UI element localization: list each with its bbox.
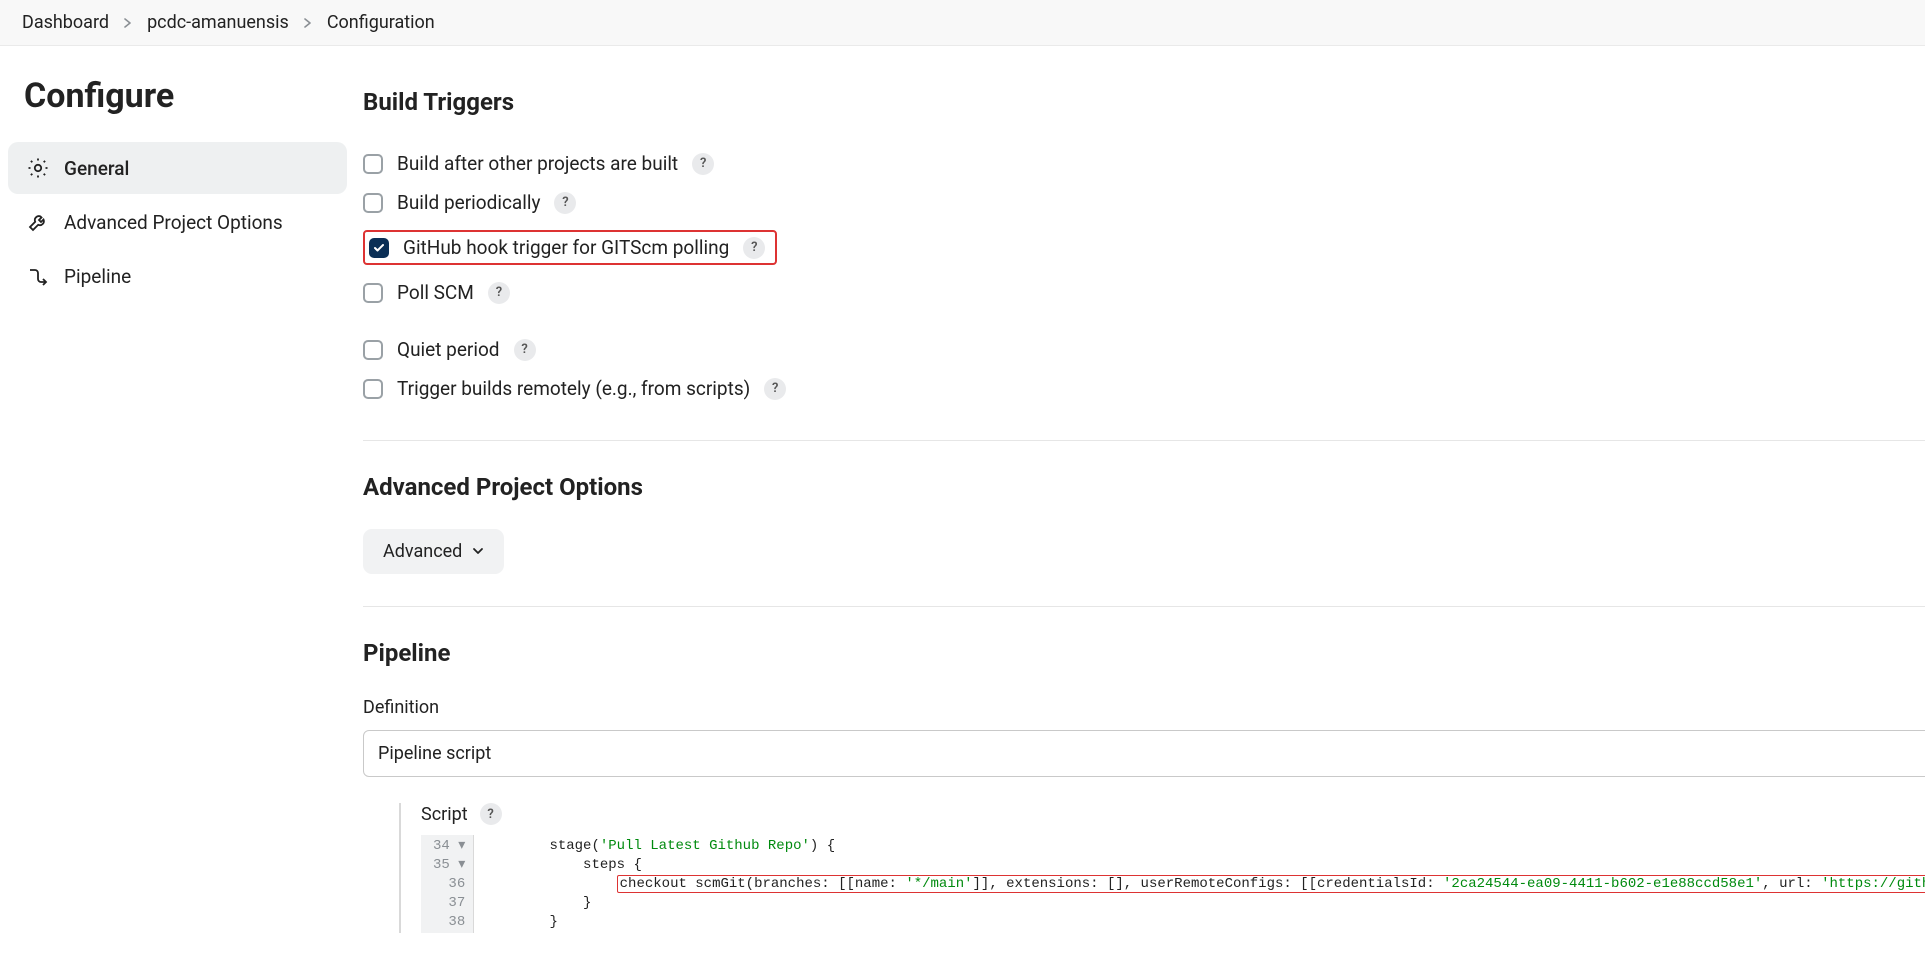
help-icon[interactable]: ?: [764, 378, 786, 400]
divider: [363, 440, 1925, 441]
option-label: Build periodically: [397, 191, 540, 214]
sidebar-item-label: Pipeline: [64, 265, 131, 288]
chevron-right-icon: [303, 12, 313, 33]
sidebar-item-pipeline[interactable]: Pipeline: [8, 250, 347, 302]
option-label: Trigger builds remotely (e.g., from scri…: [397, 377, 750, 400]
trigger-option: Trigger builds remotely (e.g., from scri…: [363, 369, 1925, 408]
help-icon[interactable]: ?: [488, 282, 510, 304]
code-editor[interactable]: 34 ▾ 35 ▾ 36 37 38 stage('Pull Latest Gi…: [401, 835, 1925, 933]
trigger-option: Poll SCM ?: [363, 273, 1925, 312]
option-label: Poll SCM: [397, 281, 474, 304]
script-area: Script ? 34 ▾ 35 ▾ 36 37 38 stage('Pull …: [399, 803, 1925, 933]
section-build-triggers-title: Build Triggers: [363, 88, 1925, 116]
highlight-box: GitHub hook trigger for GITScm polling ?: [363, 230, 777, 265]
help-icon[interactable]: ?: [480, 803, 502, 825]
checkbox[interactable]: [363, 193, 383, 213]
checkbox-checked[interactable]: [369, 238, 389, 258]
sidebar-item-label: General: [64, 157, 129, 180]
checkbox[interactable]: [363, 154, 383, 174]
definition-label: Definition: [363, 697, 1925, 718]
chevron-down-icon: [472, 541, 484, 562]
sidebar-item-general[interactable]: General: [8, 142, 347, 194]
sidebar-item-advanced[interactable]: Advanced Project Options: [8, 196, 347, 248]
pipeline-icon: [26, 264, 50, 288]
section-advanced-title: Advanced Project Options: [363, 473, 1925, 501]
main-content: Build Triggers Build after other project…: [355, 46, 1925, 973]
checkbox[interactable]: [363, 283, 383, 303]
trigger-option: Quiet period ?: [363, 330, 1925, 369]
line-gutter: 34 ▾ 35 ▾ 36 37 38: [421, 835, 474, 933]
gear-icon: [26, 156, 50, 180]
option-label: GitHub hook trigger for GITScm polling: [403, 236, 729, 259]
option-label: Build after other projects are built: [397, 152, 678, 175]
sidebar: Configure General Advanced Project Optio…: [0, 46, 355, 328]
sidebar-item-label: Advanced Project Options: [64, 211, 283, 234]
help-icon[interactable]: ?: [692, 153, 714, 175]
checkbox[interactable]: [363, 379, 383, 399]
trigger-option: Build after other projects are built ?: [363, 144, 1925, 183]
option-label: Quiet period: [397, 338, 500, 361]
help-icon[interactable]: ?: [554, 192, 576, 214]
help-icon[interactable]: ?: [743, 237, 765, 259]
breadcrumb-configuration[interactable]: Configuration: [327, 12, 435, 33]
advanced-button-label: Advanced: [383, 541, 462, 562]
definition-select[interactable]: Pipeline script: [363, 730, 1925, 777]
advanced-button[interactable]: Advanced: [363, 529, 504, 574]
breadcrumb-project[interactable]: pcdc-amanuensis: [147, 12, 289, 33]
breadcrumb: Dashboard pcdc-amanuensis Configuration: [0, 0, 1925, 46]
trigger-option: Build periodically ?: [363, 183, 1925, 222]
divider: [363, 606, 1925, 607]
chevron-right-icon: [123, 12, 133, 33]
help-icon[interactable]: ?: [514, 339, 536, 361]
checkbox[interactable]: [363, 340, 383, 360]
breadcrumb-dashboard[interactable]: Dashboard: [22, 12, 109, 33]
section-pipeline-title: Pipeline: [363, 639, 1925, 667]
trigger-option-highlighted: GitHub hook trigger for GITScm polling ?: [363, 222, 1925, 273]
page-title: Configure: [8, 70, 347, 140]
script-label: Script: [421, 804, 468, 825]
code-lines[interactable]: stage('Pull Latest Github Repo') { steps…: [474, 835, 1925, 933]
wrench-icon: [26, 210, 50, 234]
